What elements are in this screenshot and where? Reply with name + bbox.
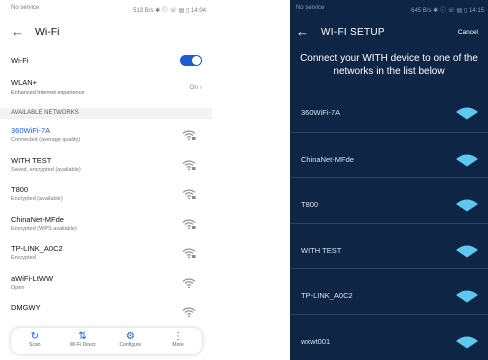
carrier-text: No service — [11, 5, 40, 11]
more-icon: ⋮ — [173, 331, 184, 342]
section-header-text: AVAILABLE NETWORKS — [11, 110, 79, 116]
wifi-setup-screen: No service 645 B/s ✱ ⓘ ☏ ▤ ▯ 14:15 ← WI-… — [290, 0, 488, 360]
wifi-locked-icon — [182, 130, 196, 141]
more-button[interactable]: ⋮ More — [154, 328, 202, 354]
setup-network-item[interactable]: WITH TEST — [290, 222, 488, 269]
status-icons-time: 513 B/s ✱ ⓘ ☏ ▤ ▯ 14:04 — [133, 8, 206, 14]
wifi-signal-icon — [182, 307, 196, 318]
network-name: ChinaNet-MFde — [11, 214, 64, 224]
status-icons-time: 645 B/s ✱ ⓘ ☏ ▤ ▯ 14:15 — [411, 8, 484, 14]
setup-network-name: TP-LINK_A0C2 — [301, 291, 353, 300]
wifi-settings-screen: No service 513 B/s ✱ ⓘ ☏ ▤ ▯ 14:04 ← Wi-… — [0, 0, 212, 360]
setup-network-item[interactable]: wxwt001 — [290, 313, 488, 360]
wifi-toggle[interactable] — [180, 54, 202, 66]
wifi-icon — [456, 245, 478, 257]
wlan-subtitle: Enhanced Internet experience — [11, 90, 85, 96]
network-status: Connected (average quality) — [11, 137, 81, 143]
carrier-text: No service — [296, 5, 325, 11]
wifi-locked-icon — [182, 248, 196, 259]
network-item[interactable]: 360WiFi-7A Connected (average quality) — [11, 126, 202, 156]
wifi-icon — [456, 290, 478, 303]
refresh-icon: ↻ — [30, 331, 40, 342]
status-bar: No service 513 B/s ✱ ⓘ ☏ ▤ ▯ 14:04 — [11, 5, 206, 15]
setup-network-name: WITH TEST — [301, 245, 342, 255]
network-item[interactable]: WITH TEST Saved, encrypted (available) — [11, 156, 202, 186]
back-arrow-icon[interactable]: ← — [11, 25, 27, 39]
wlan-plus-row[interactable]: WLAN+ Enhanced Internet experience On › — [11, 78, 202, 100]
wifi-locked-icon — [182, 189, 196, 200]
setup-network-name: 360WiFi-7A — [301, 108, 341, 117]
instruction-text: Connect your WITH device to one of the n… — [300, 53, 478, 77]
network-status: Encrypted (WPS available) — [11, 225, 77, 232]
setup-network-item[interactable]: TP-LINK_A0C2 — [290, 268, 488, 314]
network-name: TP-LINK_A0C2 — [11, 244, 63, 253]
wlan-value-text: On — [189, 84, 199, 91]
setup-network-name: wxwt001 — [301, 336, 331, 346]
scan-label: Scan — [29, 342, 41, 348]
status-bar: No service 645 B/s ✱ ⓘ ☏ ▤ ▯ 14:15 — [296, 5, 484, 15]
network-name: 360WiFi-7A — [11, 126, 51, 135]
title-bar: ← WI-FI SETUP Cancel — [296, 24, 478, 40]
section-header: AVAILABLE NETWORKS — [0, 108, 212, 119]
wifi-direct-button[interactable]: ⇅ Wi-Fi Direct — [59, 328, 107, 354]
network-status: Encrypted (available) — [11, 196, 63, 202]
cancel-button[interactable]: Cancel — [458, 29, 478, 36]
setup-network-item[interactable]: T800 — [290, 177, 488, 223]
more-label: More — [172, 342, 184, 348]
setup-network-list: 360WiFi-7A ChinaNet-MFde T800 WITH TEST TP-L… — [290, 86, 488, 359]
network-item[interactable]: TP-LINK_A0C2 Encrypted — [11, 244, 202, 274]
wifi-direct-label: Wi-Fi Direct — [69, 342, 96, 348]
page-title: Wi-Fi — [35, 26, 60, 38]
wifi-icon — [456, 336, 478, 348]
wifi-label: Wi-Fi — [11, 55, 29, 65]
toggle-knob — [192, 55, 201, 65]
setup-network-item[interactable]: ChinaNet-MFde — [290, 131, 488, 178]
bottom-toolbar: ↻ Scan ⇅ Wi-Fi Direct ⚙ Configure ⋮ More — [11, 328, 202, 354]
wlan-value: On › — [189, 84, 202, 91]
setup-network-name: ChinaNet-MFde — [301, 154, 354, 164]
network-status: Encrypted — [11, 255, 36, 261]
scan-button[interactable]: ↻ Scan — [11, 328, 59, 354]
network-item[interactable]: ChinaNet-MFde Encrypted (WPS available) — [11, 215, 202, 245]
network-name: WITH TEST — [11, 155, 52, 165]
network-name: T800 — [11, 185, 29, 194]
wifi-toggle-row[interactable]: Wi-Fi — [11, 53, 202, 67]
network-status: Saved, encrypted (available) — [11, 166, 81, 173]
wifi-icon — [456, 154, 478, 166]
network-list: 360WiFi-7A Connected (average quality) WIT… — [11, 126, 202, 360]
chevron-right-icon: › — [199, 84, 202, 91]
wifi-locked-icon — [182, 159, 196, 170]
gear-icon: ⚙ — [125, 331, 135, 342]
wifi-locked-icon — [182, 218, 196, 229]
wifi-signal-icon — [182, 277, 196, 288]
wifi-icon — [456, 107, 478, 120]
network-item[interactable]: aWiFi-LtWW Open — [11, 274, 202, 304]
network-name: aWiFi-LtWW — [11, 273, 54, 283]
network-status: Open — [11, 284, 25, 291]
wlan-title: WLAN+ — [11, 78, 38, 87]
page-title: WI-FI SETUP — [321, 26, 385, 38]
wifi-direct-icon: ⇅ — [78, 331, 87, 342]
configure-button[interactable]: ⚙ Configure — [107, 328, 155, 354]
back-arrow-icon[interactable]: ← — [296, 25, 312, 39]
configure-label: Configure — [119, 342, 142, 348]
setup-network-name: T800 — [301, 200, 319, 209]
setup-network-item[interactable]: 360WiFi-7A — [290, 86, 488, 132]
title-bar: ← Wi-Fi — [11, 24, 60, 40]
network-name: DMGWY — [11, 303, 41, 312]
network-item[interactable]: T800 Encrypted (available) — [11, 185, 202, 215]
wifi-icon — [456, 199, 478, 212]
